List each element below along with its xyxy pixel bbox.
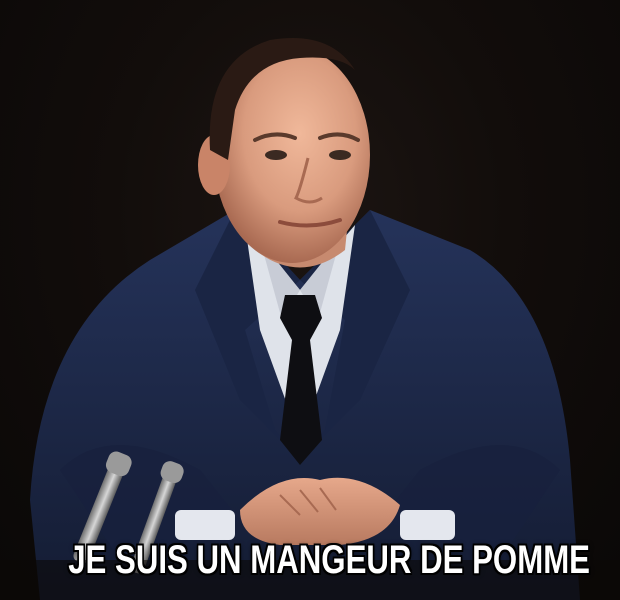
meme-caption: JE SUIS UN MANGEUR DE POMME [68,538,590,582]
meme-image: JE SUIS UN MANGEUR DE POMME [0,0,620,600]
portrait-photo [0,38,620,600]
